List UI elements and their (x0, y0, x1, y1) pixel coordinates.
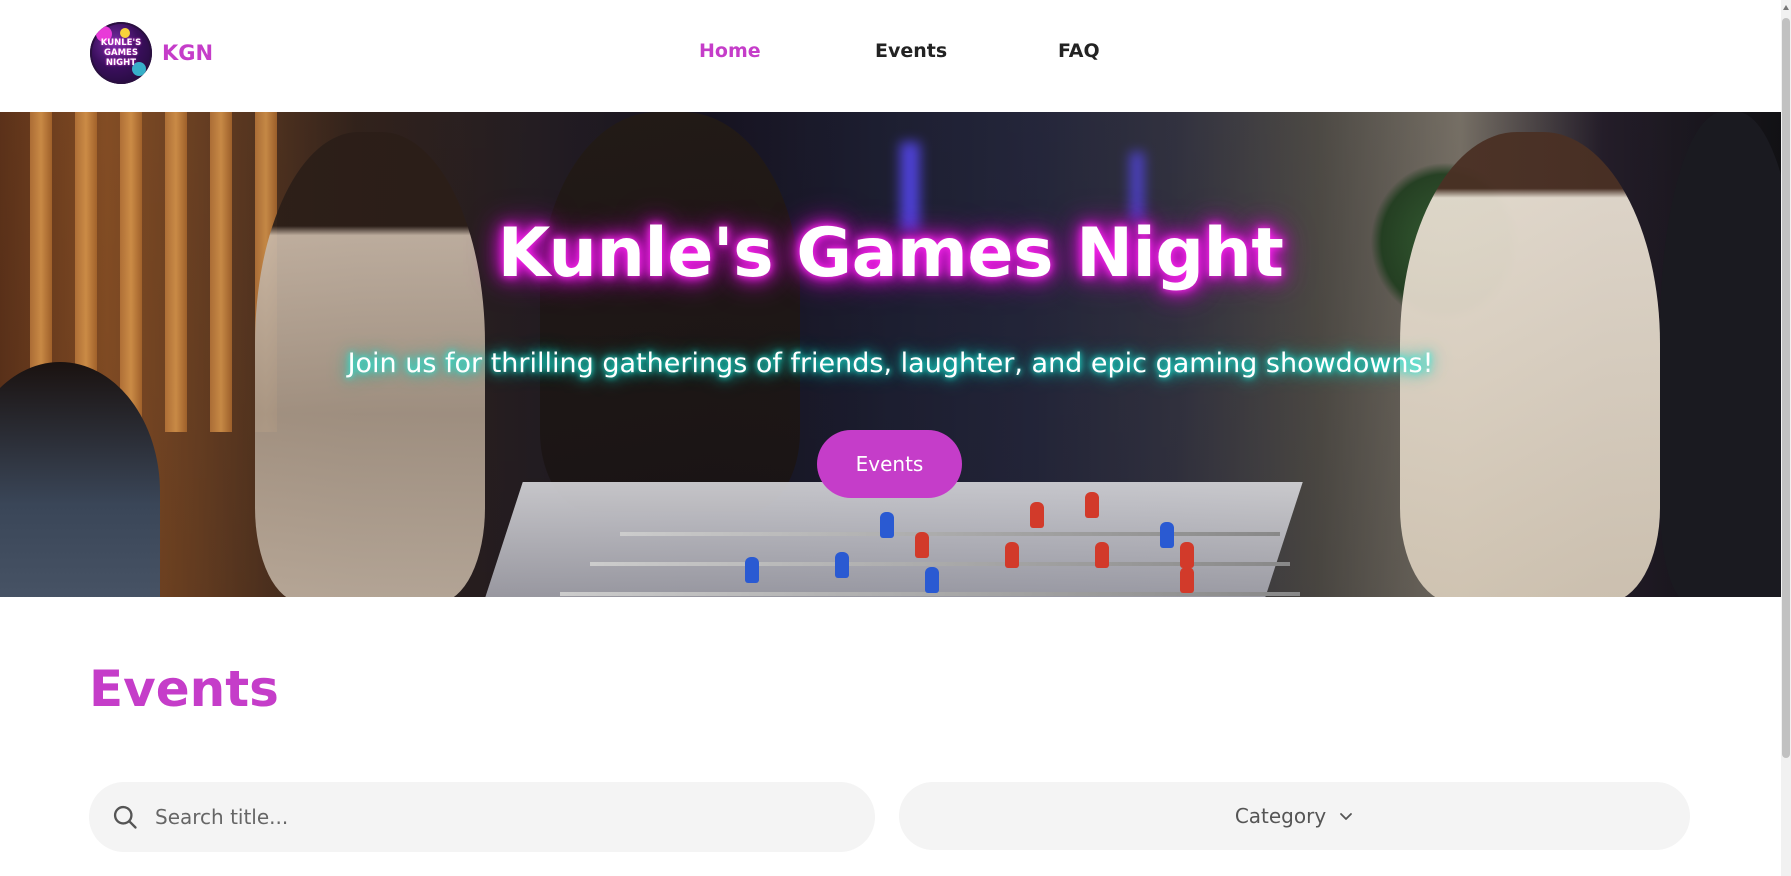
foosball-figure (925, 567, 939, 593)
scrollbar-thumb[interactable] (1782, 18, 1790, 758)
photo-person (540, 112, 800, 512)
scroll-up-arrow-icon[interactable] (1782, 2, 1790, 14)
foosball-figure (1030, 502, 1044, 528)
hero-subtitle: Join us for thrilling gatherings of frie… (347, 348, 1434, 379)
hero-title: Kunle's Games Night (497, 214, 1284, 293)
foosball-figure (1005, 542, 1019, 568)
foosball-table (477, 482, 1303, 597)
events-heading: Events (89, 660, 279, 718)
logo-decoration (120, 28, 130, 38)
search-bar[interactable] (89, 782, 875, 852)
nav-faq[interactable]: FAQ (1058, 40, 1100, 62)
category-select[interactable]: Category (899, 782, 1690, 850)
nav-events[interactable]: Events (875, 40, 947, 62)
foosball-figure (915, 532, 929, 558)
logo-text: KUNLE'S GAMES NIGHT (100, 38, 142, 68)
foosball-figure (880, 512, 894, 538)
foosball-rod (620, 532, 1280, 536)
brand[interactable]: KUNLE'S GAMES NIGHT KGN (90, 22, 213, 84)
foosball-figure (1180, 542, 1194, 568)
search-icon (113, 805, 137, 829)
brand-name[interactable]: KGN (162, 41, 213, 65)
foosball-figure (745, 557, 759, 583)
site-header: KUNLE'S GAMES NIGHT KGN Home Events FAQ (0, 0, 1781, 112)
foosball-figure (1180, 567, 1194, 593)
chevron-down-icon (1340, 813, 1353, 820)
hero-banner: Kunle's Games Night Join us for thrillin… (0, 112, 1781, 597)
foosball-figure (1085, 492, 1099, 518)
nav-home[interactable]: Home (699, 40, 761, 62)
foosball-figure (835, 552, 849, 578)
search-input[interactable] (155, 805, 835, 829)
logo[interactable]: KUNLE'S GAMES NIGHT (90, 22, 152, 84)
foosball-figure (1095, 542, 1109, 568)
window-light (1130, 152, 1144, 222)
hero-events-button[interactable]: Events (817, 430, 962, 498)
page-scrollbar[interactable] (1781, 0, 1791, 876)
foosball-figure (1160, 522, 1174, 548)
category-label: Category (1234, 804, 1327, 828)
